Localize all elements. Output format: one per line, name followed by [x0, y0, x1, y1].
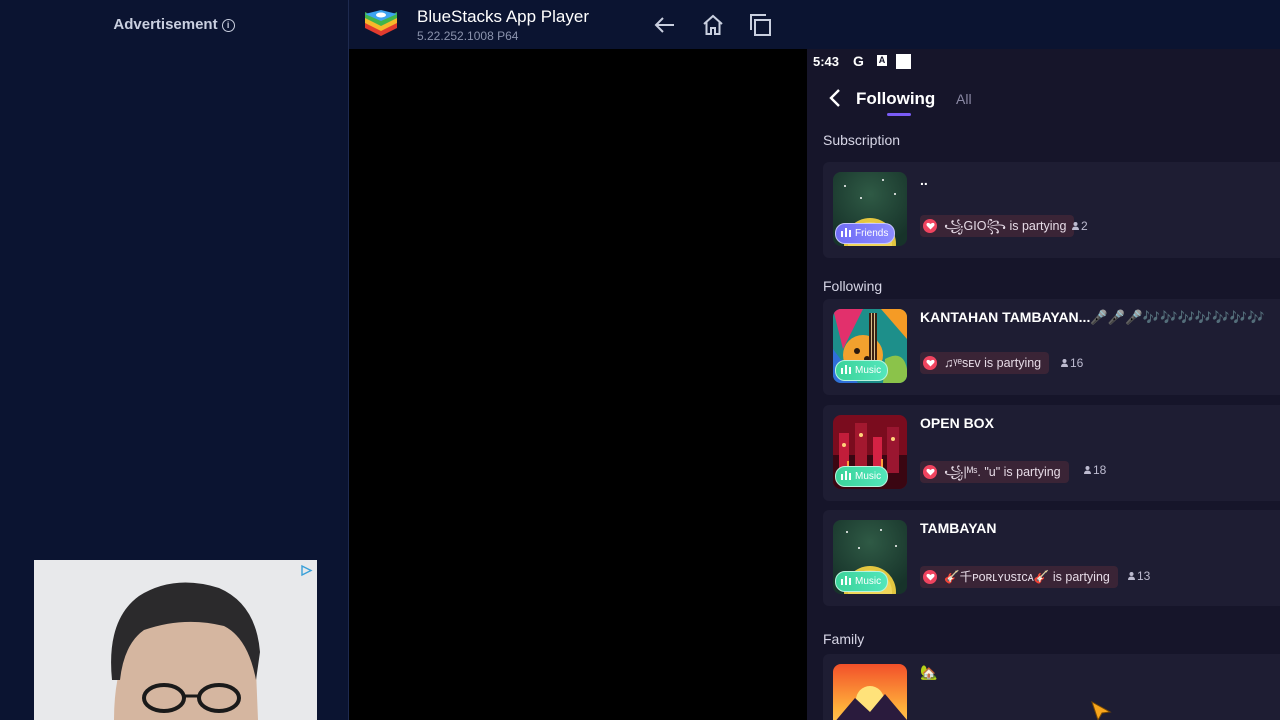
listener-count: 13	[1128, 569, 1150, 583]
category-badge: Music	[835, 571, 889, 592]
mouse-cursor-icon	[1091, 700, 1112, 720]
host-name: 🎸千ᴘᴏʀʟʏᴜsɪᴄᴀ🎸	[944, 570, 1050, 584]
room-card-kantahan[interactable]: Music KANTAHAN TAMBAYAN...🎤🎤🎤🎶🎶🎶🎶🎶🎶🎶 ♫ᵞᵉ…	[823, 299, 1280, 395]
ad-sidebar: Advertisement i	[0, 0, 349, 720]
person-icon	[1084, 466, 1091, 474]
room-card-subscription[interactable]: Friends .. ꧁GIO꧂ is partying 2	[823, 162, 1280, 258]
category-badge: Music	[835, 466, 889, 487]
top-nav: Following All	[807, 79, 1280, 119]
party-text: is partying	[1003, 465, 1061, 479]
category-badge: Music	[835, 360, 889, 381]
home-icon[interactable]	[700, 12, 726, 38]
room-name: KANTAHAN TAMBAYAN...🎤🎤🎤🎶🎶🎶🎶🎶🎶🎶	[920, 309, 1265, 325]
notification-square-icon	[896, 54, 911, 69]
room-card-tambayan[interactable]: Music TAMBAYAN 🎸千ᴘᴏʀʟʏᴜsɪᴄᴀ🎸 is partying…	[823, 510, 1280, 606]
status-bar: 5:43 G A	[807, 49, 1280, 75]
room-thumbnail: Friends	[833, 172, 907, 246]
room-thumbnail	[833, 664, 907, 720]
room-thumbnail: Music	[833, 415, 907, 489]
listener-count: 18	[1084, 463, 1106, 477]
section-subscription: Subscription	[823, 132, 901, 148]
google-icon: G	[853, 53, 864, 69]
title-bar: BlueStacks App Player 5.22.252.1008 P64	[349, 0, 1280, 49]
host-name: ♫ᵞᵉsᴇᴠ	[944, 356, 981, 370]
party-status: ꧁GIO꧂ is partying	[920, 215, 1075, 237]
category-badge: Friends	[835, 223, 896, 244]
status-time: 5:43	[813, 54, 840, 69]
back-icon[interactable]	[825, 87, 845, 109]
tab-following[interactable]: Following	[856, 89, 935, 109]
bluestacks-logo-icon	[365, 10, 397, 36]
party-text: is partying	[984, 356, 1042, 370]
party-status: ꧁|ᴹˢ. "u" is partying	[920, 461, 1069, 483]
advertisement-label: Advertisement i	[0, 16, 348, 33]
emulator-viewport: 5:43 G A Following All Subscription Frie…	[349, 49, 1280, 720]
active-tab-indicator	[887, 113, 911, 116]
ad-photo	[34, 560, 317, 720]
ad-choices-icon[interactable]	[300, 564, 313, 577]
room-card-family[interactable]: 🏡	[823, 654, 1280, 720]
room-name: OPEN BOX	[920, 415, 994, 431]
advertisement-text: Advertisement	[113, 16, 218, 33]
tab-all[interactable]: All	[956, 91, 972, 107]
host-name: ꧁GIO꧂	[944, 219, 1006, 233]
app-title: BlueStacks App Player	[417, 7, 589, 26]
recent-apps-icon[interactable]	[748, 12, 774, 38]
party-status: ♫ᵞᵉsᴇᴠ is partying	[920, 352, 1050, 374]
app-version: 5.22.252.1008 P64	[417, 29, 519, 43]
person-icon	[1128, 572, 1135, 580]
room-name: 🏡	[920, 664, 938, 680]
heart-icon	[923, 465, 937, 479]
section-following: Following	[823, 278, 883, 294]
section-family: Family	[823, 631, 865, 647]
person-icon	[1072, 222, 1079, 230]
room-thumbnail: Music	[833, 309, 907, 383]
heart-icon	[923, 356, 937, 370]
room-thumbnail: Music	[833, 520, 907, 594]
party-status: 🎸千ᴘᴏʀʟʏᴜsɪᴄᴀ🎸 is partying	[920, 566, 1118, 588]
party-text: is partying	[1052, 570, 1110, 584]
party-text: is partying	[1009, 219, 1067, 233]
phone-screen: 5:43 G A Following All Subscription Frie…	[807, 49, 1280, 720]
heart-icon	[923, 219, 937, 233]
accessibility-icon: A	[877, 55, 887, 66]
info-icon[interactable]: i	[221, 19, 235, 32]
listener-count: 2	[1072, 219, 1088, 233]
room-card-openbox[interactable]: Music OPEN BOX ꧁|ᴹˢ. "u" is partying 18	[823, 405, 1280, 501]
room-name: ..	[920, 172, 928, 188]
listener-count: 16	[1061, 356, 1083, 370]
person-icon	[1061, 359, 1068, 367]
heart-icon	[923, 570, 937, 584]
room-name: TAMBAYAN	[920, 520, 997, 536]
ad-banner[interactable]	[34, 560, 317, 720]
back-arrow-icon[interactable]	[652, 12, 678, 38]
host-name: ꧁|ᴹˢ. "u"	[944, 465, 1001, 479]
